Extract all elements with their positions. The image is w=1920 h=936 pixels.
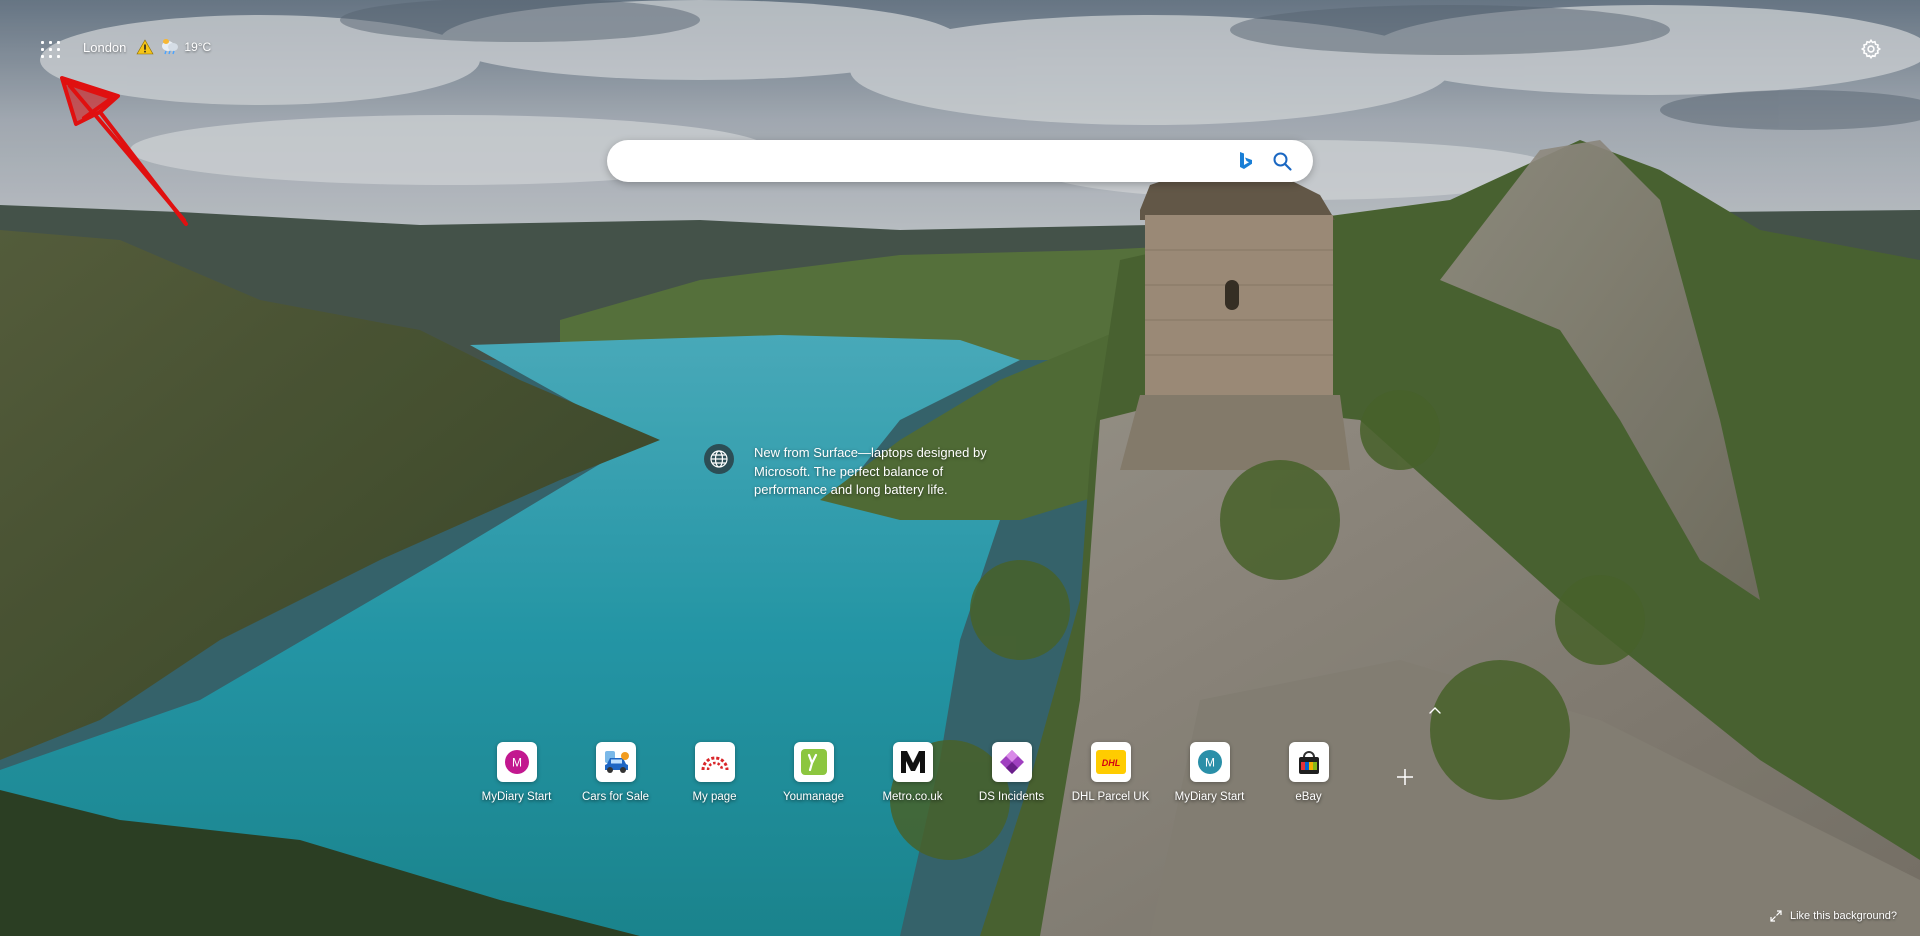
grid-dot [41,48,44,51]
tile-icon-box [1288,742,1329,782]
bing-logo-icon[interactable] [1234,150,1256,172]
quick-link-label: DHL Parcel UK [1071,791,1150,803]
quick-link-label: MyDiary Start [481,791,552,803]
app-launcher-button[interactable] [36,36,62,62]
globe-icon [704,444,734,474]
tile-icon-box [694,742,735,782]
tile-icon-box [991,742,1032,782]
like-background-text[interactable]: Like this background? [1790,910,1897,922]
search-bar[interactable] [607,140,1313,182]
weather-widget[interactable]: London 19°C [83,38,211,56]
rainbow-icon [701,756,728,771]
quick-link-label: eBay [1295,791,1322,803]
grid-dot [57,55,60,58]
search-input[interactable] [627,146,1221,178]
quick-link-label: Metro.co.uk [882,791,943,803]
quick-link-dhl-parcel[interactable]: DHL DHL Parcel UK [1061,742,1160,803]
quick-link-cars-for-sale[interactable]: Cars for Sale [566,742,665,803]
tile-glyph: M [512,756,522,770]
tile-icon-box [595,742,636,782]
svg-text:DHL: DHL [1101,758,1120,768]
youmanage-icon [800,749,827,775]
promo-text[interactable]: New from Surface—laptops designed by Mic… [754,444,999,500]
warning-icon[interactable] [136,39,154,55]
quick-link-label: Cars for Sale [581,791,650,803]
quick-links: M MyDiary Start Cars for Sale My page Yo… [467,742,1358,803]
tile-icon-box: M [1189,742,1230,782]
weather-temperature: 19°C [184,40,212,54]
quick-link-label: MyDiary Start [1174,791,1245,803]
shopping-bag-icon [1298,751,1319,774]
like-background-link[interactable]: Like this background? [1770,910,1897,922]
quick-link-my-page[interactable]: My page [665,742,764,803]
quick-link-ebay[interactable]: eBay [1259,742,1358,803]
tile-glyph: M [1205,756,1215,770]
rain-cloud-icon [160,38,180,56]
tile-icon-box [793,742,834,782]
add-quick-link-plus-icon[interactable] [1394,766,1416,788]
new-tab-page: London 19°C New from Surface—laptops des… [0,0,1920,936]
grid-dot [49,41,52,44]
tile-icon-box: M [496,742,537,782]
letter-m-teal-icon: M [1197,750,1222,774]
grid-dot [57,41,60,44]
metro-logo-icon [900,751,925,773]
quick-link-metro[interactable]: Metro.co.uk [863,742,962,803]
car-icon [604,751,629,773]
grid-dot [57,48,60,51]
settings-gear-icon[interactable] [1860,38,1882,60]
letter-m-magenta-icon: M [504,750,529,774]
promo-card[interactable]: New from Surface—laptops designed by Mic… [704,444,999,500]
dhl-logo-icon: DHL [1095,750,1126,774]
grid-dot [49,48,52,51]
tile-icon-box: DHL [1090,742,1131,782]
quick-link-youmanage[interactable]: Youmanage [764,742,863,803]
quick-link-label: My page [692,791,737,803]
diamond-icon [999,750,1024,774]
quick-link-ds-incidents[interactable]: DS Incidents [962,742,1061,803]
tile-icon-box [892,742,933,782]
quick-link-label: DS Incidents [978,791,1045,803]
quick-link-mydiary-start[interactable]: M MyDiary Start [467,742,566,803]
grid-dot [41,55,44,58]
expand-icon [1770,910,1782,922]
grid-dot [49,55,52,58]
quick-link-label: Youmanage [783,791,844,803]
chevron-up-icon[interactable] [1426,704,1444,718]
quick-link-mydiary-start-2[interactable]: M MyDiary Start [1160,742,1259,803]
search-icon[interactable] [1271,150,1293,172]
weather-city[interactable]: London [83,40,126,55]
grid-dot [41,41,44,44]
